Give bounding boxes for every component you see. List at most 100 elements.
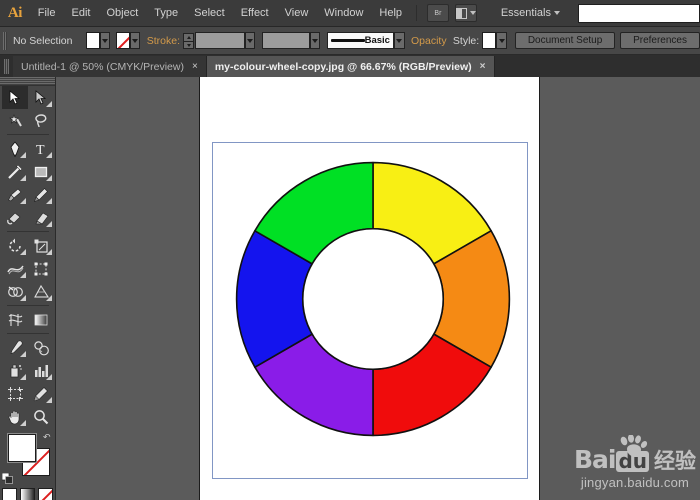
- app-logo-icon: Ai: [7, 4, 22, 21]
- baidu-paw-icon: [620, 435, 648, 457]
- color-button[interactable]: [2, 488, 17, 500]
- lasso-tool[interactable]: [28, 109, 54, 132]
- stroke-weight-label: Stroke:: [146, 34, 180, 47]
- baidu-watermark: Bai du 经验 jingyan.baidu.com: [573, 435, 696, 490]
- opacity-label: Opacity: [410, 34, 447, 47]
- stroke-swatch-dropdown[interactable]: [129, 32, 141, 49]
- stroke-profile-dropdown[interactable]: [309, 32, 321, 49]
- tab-bar-grip[interactable]: [4, 59, 9, 74]
- menu-item-file[interactable]: File: [30, 0, 64, 27]
- mesh-tool[interactable]: [2, 308, 28, 331]
- watermark-chinese-text: 经验: [654, 450, 696, 473]
- perspective-grid-tool[interactable]: [28, 280, 54, 303]
- menu-bar: Ai File Edit Object Type Select Effect V…: [0, 0, 700, 27]
- graphic-style-swatch[interactable]: [482, 32, 497, 49]
- blob-brush-tool[interactable]: [2, 206, 28, 229]
- menu-item-window[interactable]: Window: [316, 0, 371, 27]
- selection-tool[interactable]: [2, 86, 28, 109]
- rotate-tool[interactable]: [2, 234, 28, 257]
- workspace-switcher[interactable]: Essentials: [497, 7, 564, 19]
- hand-tool[interactable]: [2, 405, 28, 428]
- direct-selection-tool[interactable]: [28, 86, 54, 109]
- menu-item-object[interactable]: Object: [98, 0, 146, 27]
- search-input[interactable]: [577, 3, 700, 23]
- tab-label: Untitled-1 @ 50% (CMYK/Preview): [21, 60, 184, 73]
- close-icon[interactable]: ×: [480, 61, 486, 72]
- paint-mode-buttons: [0, 488, 55, 500]
- workspace-label: Essentials: [500, 7, 551, 19]
- fill-color-swatch[interactable]: [85, 32, 100, 49]
- toolbar-fill-swatch[interactable]: [8, 434, 36, 462]
- fill-swatch-dropdown[interactable]: [99, 32, 111, 49]
- none-button[interactable]: [38, 488, 53, 500]
- pencil-tool[interactable]: [28, 183, 54, 206]
- stroke-color-swatch[interactable]: [115, 32, 130, 49]
- line-segment-tool[interactable]: [2, 160, 28, 183]
- column-graph-tool[interactable]: [28, 359, 54, 382]
- arrange-documents-icon[interactable]: [454, 4, 477, 22]
- stroke-weight-field[interactable]: [195, 32, 245, 49]
- pen-tool[interactable]: [2, 137, 28, 160]
- canvas-area[interactable]: Bai du 经验 jingyan.baidu.com: [56, 77, 700, 500]
- document-tab-colour-wheel[interactable]: my-colour-wheel-copy.jpg @ 66.67% (RGB/P…: [206, 56, 495, 77]
- chevron-down-icon: [553, 11, 560, 15]
- graphic-style-dropdown[interactable]: [496, 32, 507, 49]
- eraser-tool[interactable]: [28, 206, 54, 229]
- magic-wand-tool[interactable]: [2, 109, 28, 132]
- watermark-du-text: du: [616, 449, 649, 473]
- arrange-grid-icon: [455, 7, 467, 19]
- preferences-button[interactable]: Preferences: [620, 32, 700, 49]
- colour-wheel-artwork[interactable]: [235, 148, 511, 478]
- symbol-sprayer-tool[interactable]: [2, 359, 28, 382]
- menu-item-effect[interactable]: Effect: [233, 0, 277, 27]
- menu-item-select[interactable]: Select: [186, 0, 233, 27]
- document-tab-untitled[interactable]: Untitled-1 @ 50% (CMYK/Preview) ×: [13, 56, 207, 77]
- swap-fill-stroke-icon[interactable]: ↶: [43, 432, 53, 442]
- rectangle-tool[interactable]: [28, 160, 54, 183]
- gradient-button[interactable]: [20, 488, 35, 500]
- document-page: [199, 77, 540, 500]
- watermark-url: jingyan.baidu.com: [580, 475, 690, 490]
- document-setup-button[interactable]: Document Setup: [514, 32, 616, 49]
- bridge-icon[interactable]: Br: [427, 4, 449, 22]
- eyedropper-tool[interactable]: [2, 336, 28, 359]
- wheel-center-hole: [301, 227, 445, 371]
- control-bar-grip[interactable]: [3, 31, 7, 50]
- watermark-brand: Bai du 经验: [573, 435, 696, 474]
- brush-definition-dropdown[interactable]: [393, 32, 405, 49]
- stroke-weight-stepper[interactable]: [183, 32, 195, 49]
- svg-text:T: T: [36, 143, 45, 157]
- width-tool[interactable]: [2, 257, 28, 280]
- tools-panel-grip[interactable]: [0, 77, 55, 86]
- brush-definition-field[interactable]: Basic: [326, 32, 394, 49]
- zoom-tool[interactable]: [28, 405, 54, 428]
- stroke-weight-dropdown[interactable]: [244, 32, 256, 49]
- free-transform-tool[interactable]: [28, 257, 54, 280]
- blend-tool[interactable]: [28, 336, 54, 359]
- tools-panel: T ↶: [0, 77, 56, 500]
- slice-tool[interactable]: [28, 382, 54, 405]
- menubar-divider: [416, 5, 418, 21]
- control-bar: No Selection Stroke: Basic Opacity Style…: [0, 27, 700, 55]
- colour-wheel-donut[interactable]: [235, 161, 511, 437]
- watermark-baidu-text: Bai: [573, 445, 616, 474]
- brush-stroke-preview-icon: [330, 39, 365, 42]
- shape-builder-tool[interactable]: [2, 280, 28, 303]
- tools-grid: T: [0, 86, 56, 428]
- default-fill-stroke-icon[interactable]: [1, 471, 13, 484]
- illustrator-window: Ai File Edit Object Type Select Effect V…: [0, 0, 700, 500]
- close-icon[interactable]: ×: [192, 61, 198, 72]
- gradient-tool[interactable]: [28, 308, 54, 331]
- artboard: [212, 142, 528, 479]
- artboard-tool[interactable]: [2, 382, 28, 405]
- tab-label: my-colour-wheel-copy.jpg @ 66.67% (RGB/P…: [214, 60, 472, 73]
- scale-tool[interactable]: [28, 234, 54, 257]
- selection-status: No Selection: [12, 34, 73, 47]
- menu-item-type[interactable]: Type: [146, 0, 186, 27]
- paintbrush-tool[interactable]: [2, 183, 28, 206]
- menu-item-view[interactable]: View: [277, 0, 317, 27]
- menu-item-help[interactable]: Help: [371, 0, 410, 27]
- stroke-profile-field[interactable]: [261, 32, 310, 49]
- menu-item-edit[interactable]: Edit: [63, 0, 98, 27]
- type-tool[interactable]: T: [28, 137, 54, 160]
